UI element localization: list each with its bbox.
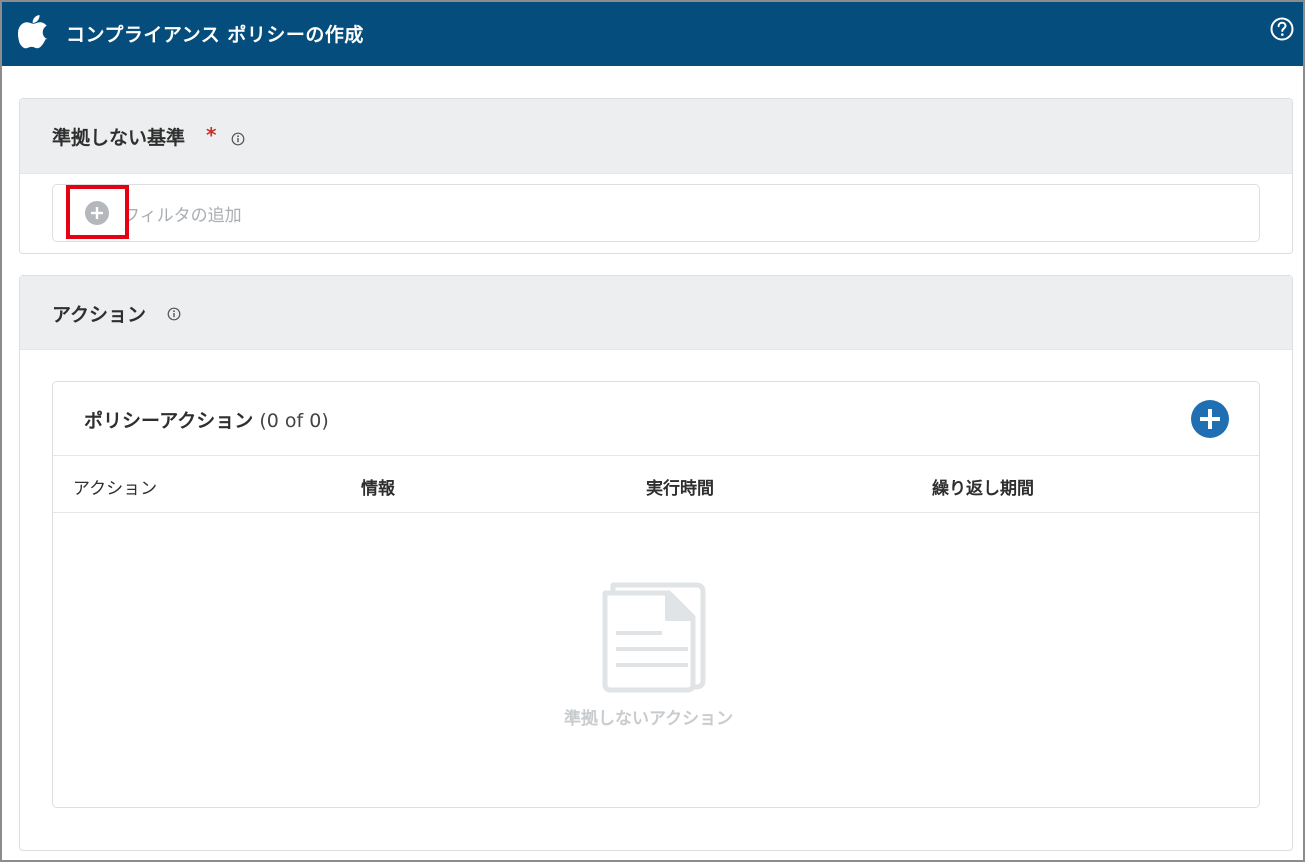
panel-title-label: ポリシーアクション <box>84 410 254 432</box>
column-header-repeat-period[interactable]: 繰り返し期間 <box>932 474 1034 499</box>
section-title: アクション <box>52 304 147 326</box>
column-header-action[interactable]: アクション <box>73 474 157 499</box>
required-asterisk: * <box>206 123 217 147</box>
help-question-icon[interactable] <box>1269 16 1295 42</box>
noncompliance-criteria-section: 準拠しない基準 * フィルタの追加 <box>19 98 1293 254</box>
info-icon[interactable] <box>167 307 181 321</box>
column-header-execution-time[interactable]: 実行時間 <box>646 474 714 499</box>
column-header-info[interactable]: 情報 <box>361 474 395 499</box>
section-header: 準拠しない基準 * <box>20 99 1292 174</box>
panel-count: (0 of 0) <box>259 410 329 432</box>
highlight-box <box>66 185 129 239</box>
page-title: コンプライアンス ポリシーの作成 <box>66 24 364 46</box>
filter-area: フィルタの追加 <box>52 184 1260 242</box>
actions-section: アクション ポリシーアクション (0 of 0) アクション 情報 実行時間 繰… <box>19 275 1293 851</box>
add-action-button[interactable] <box>1191 400 1229 438</box>
apple-logo-icon <box>18 15 48 49</box>
divider <box>53 512 1259 513</box>
empty-state-text: 準拠しないアクション <box>564 709 734 729</box>
app-header: コンプライアンス ポリシーの作成 <box>2 2 1303 66</box>
section-header: アクション <box>20 276 1292 350</box>
panel-title: ポリシーアクション (0 of 0) <box>84 406 329 433</box>
section-title: 準拠しない基準 <box>52 127 186 149</box>
policy-actions-panel: ポリシーアクション (0 of 0) アクション 情報 実行時間 繰り返し期間 … <box>52 381 1260 808</box>
document-icon <box>602 582 706 693</box>
divider <box>53 455 1259 456</box>
info-icon[interactable] <box>231 132 245 146</box>
add-filter-label[interactable]: フィルタの追加 <box>123 201 242 226</box>
